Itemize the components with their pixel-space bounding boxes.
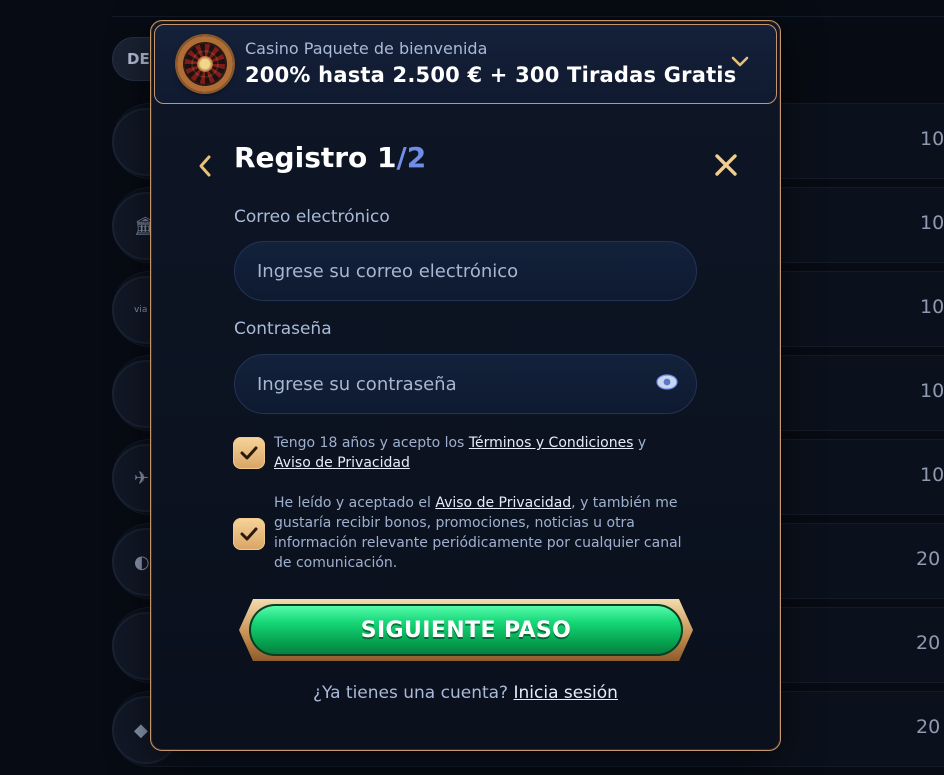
terms-prefix: Tengo 18 años y acepto los bbox=[274, 435, 469, 451]
chevron-down-icon[interactable] bbox=[730, 51, 750, 71]
bg-row-amount: 10 bbox=[920, 212, 944, 234]
next-step-button[interactable]: SIGUIENTE PASO bbox=[239, 599, 693, 661]
bg-row-amount: 20 bbox=[916, 632, 941, 654]
privacy-link[interactable]: Aviso de Privacidad bbox=[435, 495, 571, 511]
title-step: Registro 1 bbox=[234, 141, 397, 174]
bg-divider bbox=[112, 16, 944, 17]
bg-row-amount: 10 bbox=[920, 296, 944, 318]
eye-icon[interactable] bbox=[656, 374, 678, 390]
bonus-title: 200% hasta 2.500 € + 300 Tiradas Gratis bbox=[245, 63, 737, 87]
welcome-bonus-selector[interactable]: Casino Paquete de bienvenida 200% hasta … bbox=[154, 24, 777, 104]
email-input[interactable] bbox=[234, 241, 697, 301]
bg-row-amount: 20 bbox=[916, 548, 941, 570]
bg-row-amount: 10 bbox=[920, 380, 944, 402]
check-icon bbox=[240, 527, 258, 541]
roulette-icon bbox=[177, 36, 233, 92]
back-chevron-icon[interactable] bbox=[195, 153, 215, 179]
login-prompt: ¿Ya tienes una cuenta? Inicia sesión bbox=[151, 683, 780, 703]
password-label: Contraseña bbox=[234, 319, 332, 339]
next-step-label: SIGUIENTE PASO bbox=[249, 604, 683, 656]
login-prompt-text: ¿Ya tienes una cuenta? bbox=[313, 683, 514, 703]
registration-modal: Casino Paquete de bienvenida 200% hasta … bbox=[150, 20, 781, 751]
bg-row-amount: 10 bbox=[920, 128, 944, 150]
marketing-text: He leído y aceptado el Aviso de Privacid… bbox=[274, 493, 684, 573]
terms-middle: y bbox=[633, 435, 647, 451]
bg-row-amount: 10 bbox=[920, 464, 944, 486]
marketing-checkbox[interactable] bbox=[233, 518, 265, 550]
terms-text: Tengo 18 años y acepto los Términos y Co… bbox=[274, 433, 684, 473]
check-icon bbox=[240, 446, 258, 460]
login-link[interactable]: Inicia sesión bbox=[513, 683, 617, 703]
modal-title: Registro 1/2 bbox=[234, 141, 426, 174]
bg-row-amount: 20 bbox=[916, 716, 941, 738]
email-label: Correo electrónico bbox=[234, 207, 390, 227]
terms-link[interactable]: Términos y Condiciones bbox=[469, 435, 634, 451]
title-step-total: /2 bbox=[396, 141, 427, 174]
bonus-label: Casino Paquete de bienvenida bbox=[245, 39, 488, 58]
marketing-prefix: He leído y aceptado el bbox=[274, 495, 436, 511]
terms-checkbox[interactable] bbox=[233, 437, 265, 469]
password-input[interactable] bbox=[234, 354, 697, 414]
privacy-link[interactable]: Aviso de Privacidad bbox=[274, 455, 410, 471]
close-icon[interactable] bbox=[712, 151, 740, 179]
